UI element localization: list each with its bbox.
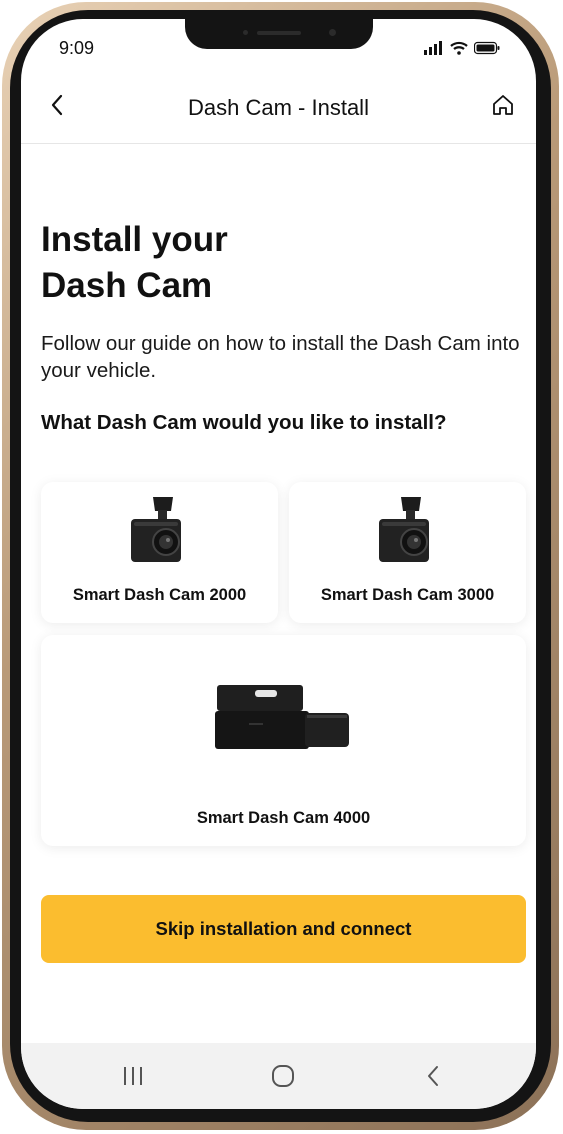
page-title-line-1: Install your [41,220,228,259]
dash-cam-option-4000[interactable]: Smart Dash Cam 4000 [41,635,526,846]
wifi-icon [450,41,468,60]
status-time: 9:09 [59,38,95,58]
dash-cam-option-label: Smart Dash Cam 2000 [72,586,247,604]
dash-cam-compact-image [127,495,189,570]
front-camera [329,29,336,36]
earpiece-speaker [257,31,301,35]
system-nav-bar [21,1043,536,1109]
dash-cam-option-2000[interactable]: Smart Dash Cam 2000 [41,482,278,623]
home-icon [491,93,515,122]
sensor-dot [243,30,248,35]
app-header: Dash Cam - Install [21,75,536,144]
skip-installation-button[interactable]: Skip installation and connect [41,895,526,963]
dash-cam-option-label: Smart Dash Cam 4000 [196,809,371,827]
page-title: Install your Dash Cam [41,217,461,309]
app-screen: 9:09 Dash Cam - Install Install your Das… [21,19,536,1109]
home-button[interactable] [488,92,518,122]
selection-question: What Dash Cam would you like to install? [41,411,447,434]
page-title-line-2: Dash Cam [41,266,213,305]
nav-home-button[interactable] [263,1063,303,1093]
nav-recents-button[interactable] [113,1063,153,1093]
back-icon [426,1065,440,1092]
recents-icon [121,1065,145,1092]
status-icons [424,41,500,60]
dash-cam-option-3000[interactable]: Smart Dash Cam 3000 [289,482,526,623]
header-title: Dash Cam - Install [188,95,369,120]
nav-back-button[interactable] [413,1063,453,1093]
battery-icon [473,41,500,60]
dash-cam-compact-image [375,495,437,570]
page-description: Follow our guide on how to install the D… [41,332,520,382]
dash-cam-option-label: Smart Dash Cam 3000 [320,586,495,604]
dash-cam-wide-image [215,683,351,758]
signal-icon [424,41,444,60]
home-circle-icon [270,1063,296,1094]
camera-notch [185,19,373,49]
